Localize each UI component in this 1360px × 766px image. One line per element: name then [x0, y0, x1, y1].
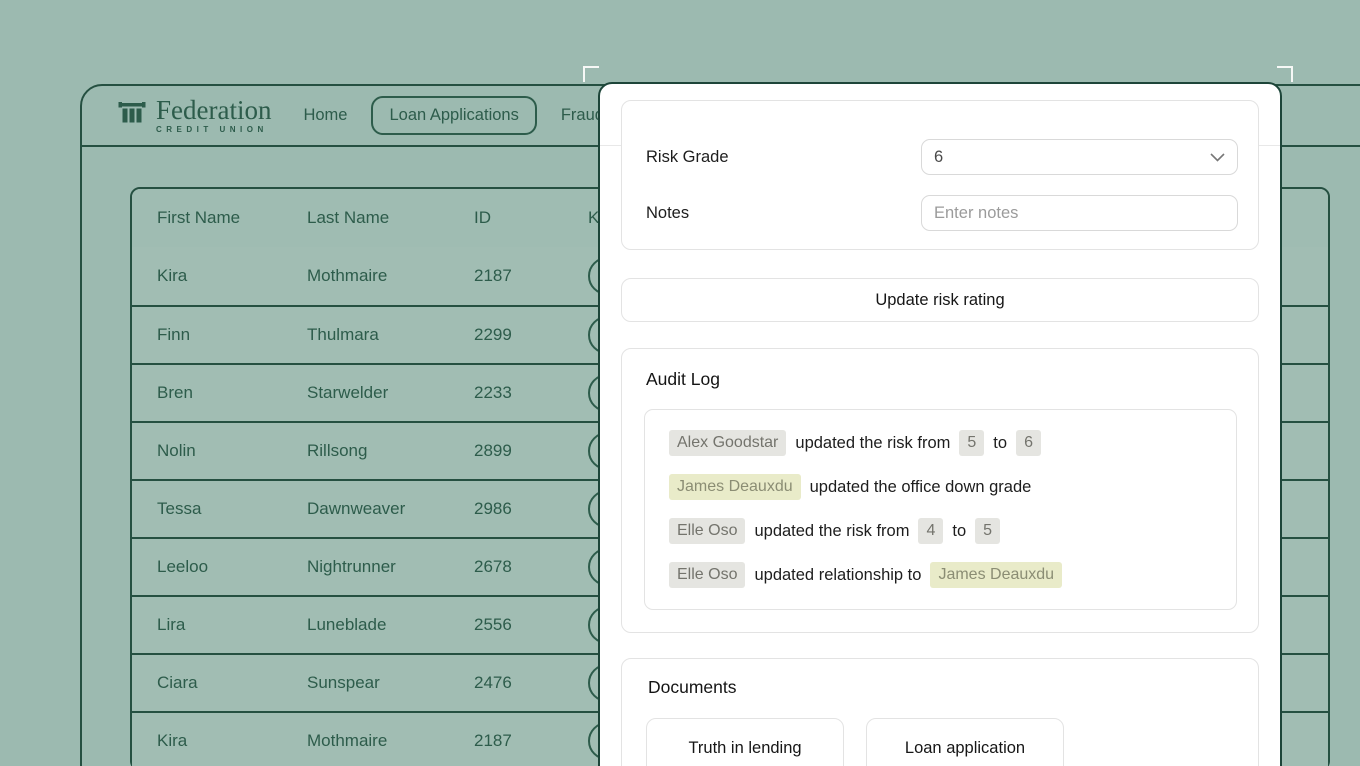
audit-entry: James Deauxdu updated the office down gra…: [669, 465, 1212, 509]
truth-in-lending-button[interactable]: Truth in lending: [646, 718, 844, 766]
cell-last-name: Nightrunner: [307, 557, 474, 577]
brand-name: Federation: [156, 97, 271, 124]
cell-id: 2556: [474, 615, 584, 635]
value-chip: Alex Goodstar: [669, 430, 786, 456]
risk-grade-label: Risk Grade: [622, 148, 729, 167]
nav-item-home[interactable]: Home: [303, 106, 347, 125]
notes-placeholder: Enter notes: [934, 204, 1018, 223]
value-chip: 5: [959, 430, 984, 456]
cell-last-name: Sunspear: [307, 673, 474, 693]
value-chip: 5: [975, 518, 1000, 544]
bank-columns-icon: [118, 98, 146, 133]
audit-entry: Alex Goodstar updated the risk from 5 to 6: [669, 421, 1212, 465]
brand-tagline: CREDIT UNION: [156, 126, 271, 134]
cell-last-name: Dawnweaver: [307, 499, 474, 519]
audit-log-title: Audit Log: [646, 369, 1237, 390]
documents-card: Documents Truth in lending Loan applicat…: [621, 658, 1259, 766]
loan-application-button[interactable]: Loan application: [866, 718, 1064, 766]
audit-entry-text: updated relationship to: [754, 566, 921, 585]
col-header-id: ID: [474, 208, 584, 228]
audit-entry: Elle Oso updated the risk from 4 to 5: [669, 509, 1212, 553]
notes-input[interactable]: Enter notes: [921, 195, 1238, 231]
document-buttons: Truth in lending Loan application: [646, 718, 1236, 766]
cell-first-name: Leeloo: [132, 557, 307, 577]
nav-item-loan-applications[interactable]: Loan Applications: [371, 96, 536, 135]
cell-id: 2187: [474, 731, 584, 751]
cell-first-name: Kira: [132, 266, 307, 286]
cell-last-name: Mothmaire: [307, 731, 474, 751]
cell-last-name: Mothmaire: [307, 266, 474, 286]
audit-entry-text: updated the office down grade: [810, 478, 1032, 497]
cell-id: 2899: [474, 441, 584, 461]
risk-grade-value: 6: [934, 148, 1210, 167]
cell-first-name: Nolin: [132, 441, 307, 461]
brand-logo: Federation CREDIT UNION: [118, 97, 271, 134]
cell-first-name: Ciara: [132, 673, 307, 693]
audit-entry-text: to: [993, 434, 1007, 453]
cell-first-name: Kira: [132, 731, 307, 751]
cell-last-name: Luneblade: [307, 615, 474, 635]
audit-entry-text: updated the risk from: [754, 522, 909, 541]
cell-id: 2299: [474, 325, 584, 345]
cell-first-name: Bren: [132, 383, 307, 403]
col-header-first-name: First Name: [132, 208, 307, 228]
chevron-down-icon: [1210, 148, 1225, 167]
cell-id: 2476: [474, 673, 584, 693]
cell-last-name: Thulmara: [307, 325, 474, 345]
cell-first-name: Finn: [132, 325, 307, 345]
nav-items: Home Loan Applications Fraud: [303, 96, 603, 135]
audit-entry-text: updated the risk from: [795, 434, 950, 453]
audit-entry: Elle Oso updated relationship to James Dea…: [669, 553, 1212, 597]
cell-id: 2678: [474, 557, 584, 577]
cell-id: 2233: [474, 383, 584, 403]
modal-content: Risk Grade 6 Notes Enter notes Update ri…: [600, 100, 1280, 766]
cell-last-name: Rillsong: [307, 441, 474, 461]
col-header-last-name: Last Name: [307, 208, 474, 228]
value-chip: 4: [918, 518, 943, 544]
risk-form-card: Risk Grade 6 Notes Enter notes: [621, 100, 1259, 250]
value-chip: Elle Oso: [669, 518, 745, 544]
notes-label: Notes: [622, 204, 689, 223]
cell-first-name: Tessa: [132, 499, 307, 519]
value-chip: 6: [1016, 430, 1041, 456]
cell-last-name: Starwelder: [307, 383, 474, 403]
risk-grade-row: Risk Grade 6: [622, 139, 1258, 175]
audit-log-card: Audit Log Alex Goodstar updated the risk …: [621, 348, 1259, 633]
asset-details-modal: Asset Details Risk Grade 6: [598, 82, 1282, 766]
cell-first-name: Lira: [132, 615, 307, 635]
risk-grade-select[interactable]: 6: [921, 139, 1238, 175]
user-chip: James Deauxdu: [930, 562, 1062, 588]
notes-row: Notes Enter notes: [622, 195, 1258, 231]
focus-bracket-top-right: [1277, 66, 1293, 82]
update-risk-rating-button[interactable]: Update risk rating: [621, 278, 1259, 322]
cell-id: 2187: [474, 266, 584, 286]
user-chip: James Deauxdu: [669, 474, 801, 500]
focus-bracket-top-left: [583, 66, 599, 82]
value-chip: Elle Oso: [669, 562, 745, 588]
cell-id: 2986: [474, 499, 584, 519]
audit-entry-text: to: [952, 522, 966, 541]
documents-title: Documents: [648, 677, 1236, 698]
audit-log-box: Alex Goodstar updated the risk from 5 to 6 Ja…: [644, 409, 1237, 610]
